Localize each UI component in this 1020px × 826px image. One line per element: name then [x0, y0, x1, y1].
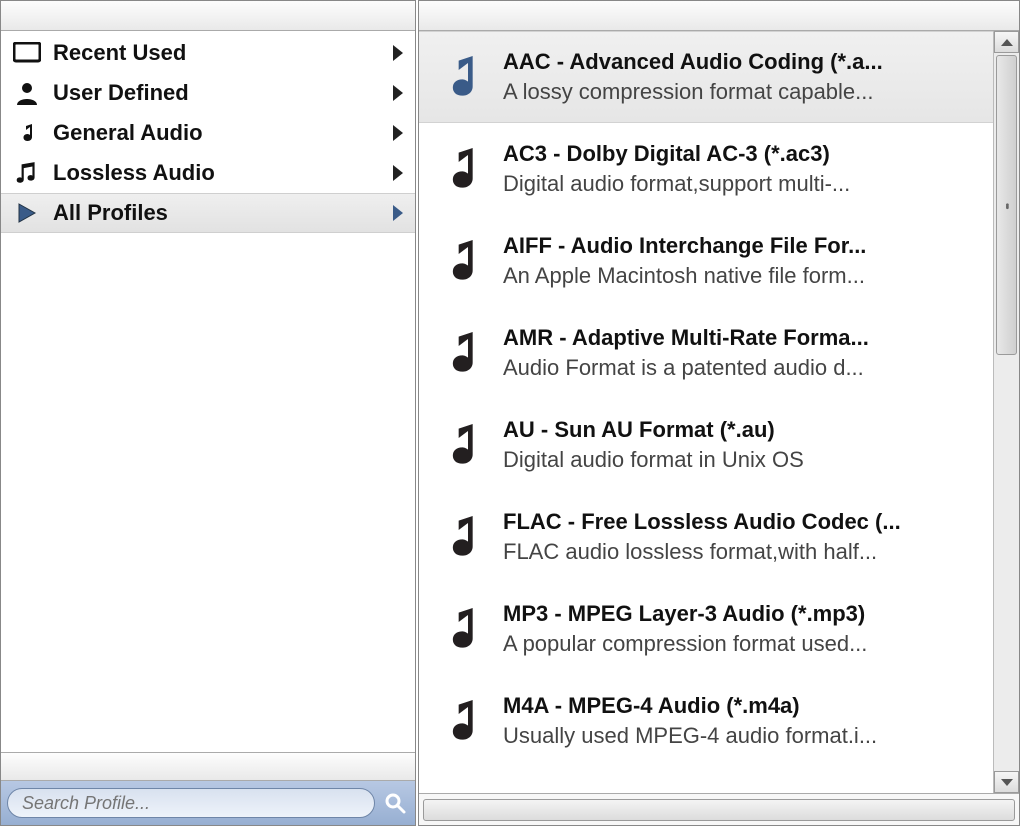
- category-label: Recent Used: [53, 40, 393, 66]
- profile-text: AU - Sun AU Format (*.au) Digital audio …: [493, 417, 987, 473]
- sidebar-footer: [1, 752, 415, 825]
- profile-row[interactable]: AMR - Adaptive Multi-Rate Forma... Audio…: [419, 307, 993, 399]
- profile-row[interactable]: MP3 - MPEG Layer-3 Audio (*.mp3) A popul…: [419, 583, 993, 675]
- chevron-right-icon: [393, 205, 403, 221]
- profile-desc: Digital audio format in Unix OS: [503, 447, 987, 473]
- profile-title: MP3 - MPEG Layer-3 Audio (*.mp3): [503, 601, 987, 627]
- profile-text: AMR - Adaptive Multi-Rate Forma... Audio…: [493, 325, 987, 381]
- chevron-right-icon: [393, 45, 403, 61]
- category-list: Recent Used User Defined General Audio L…: [1, 31, 415, 752]
- play-icon: [11, 199, 43, 227]
- category-user-defined[interactable]: User Defined: [1, 73, 415, 113]
- music-note-icon: [429, 45, 493, 109]
- profile-footer: [419, 793, 1019, 825]
- profile-desc: An Apple Macintosh native file form...: [503, 263, 987, 289]
- profile-row[interactable]: AU - Sun AU Format (*.au) Digital audio …: [419, 399, 993, 491]
- profile-title: AAC - Advanced Audio Coding (*.a...: [503, 49, 987, 75]
- category-label: General Audio: [53, 120, 393, 146]
- profile-desc: A lossy compression format capable...: [503, 79, 987, 105]
- profile-title: AU - Sun AU Format (*.au): [503, 417, 987, 443]
- category-lossless-audio[interactable]: Lossless Audio: [1, 153, 415, 193]
- profile-desc: Usually used MPEG-4 audio format.i...: [503, 723, 987, 749]
- vertical-scrollbar[interactable]: •••: [993, 31, 1019, 793]
- category-label: All Profiles: [53, 200, 393, 226]
- profile-row[interactable]: AC3 - Dolby Digital AC-3 (*.ac3) Digital…: [419, 123, 993, 215]
- profile-text: AIFF - Audio Interchange File For... An …: [493, 233, 987, 289]
- profile-row[interactable]: AAC - Advanced Audio Coding (*.a... A lo…: [419, 31, 993, 123]
- double-note-icon: [11, 159, 43, 187]
- sidebar: Recent Used User Defined General Audio L…: [0, 0, 416, 826]
- profile-text: AAC - Advanced Audio Coding (*.a... A lo…: [493, 49, 987, 105]
- profile-desc: Digital audio format,support multi-...: [503, 171, 987, 197]
- profile-row[interactable]: FLAC - Free Lossless Audio Codec (... FL…: [419, 491, 993, 583]
- music-note-icon: [429, 321, 493, 385]
- chevron-right-icon: [393, 165, 403, 181]
- chevron-right-icon: [393, 125, 403, 141]
- search-icon[interactable]: [381, 789, 409, 817]
- profile-desc: A popular compression format used...: [503, 631, 987, 657]
- sidebar-header: [1, 1, 415, 31]
- profile-scroll: AAC - Advanced Audio Coding (*.a... A lo…: [419, 31, 1019, 793]
- profile-desc: Audio Format is a patented audio d...: [503, 355, 987, 381]
- profile-header: [419, 1, 1019, 31]
- profile-title: M4A - MPEG-4 Audio (*.m4a): [503, 693, 987, 719]
- horizontal-scrollbar[interactable]: [423, 799, 1015, 821]
- profile-title: FLAC - Free Lossless Audio Codec (...: [503, 509, 987, 535]
- person-icon: [11, 79, 43, 107]
- profile-row[interactable]: AIFF - Audio Interchange File For... An …: [419, 215, 993, 307]
- scroll-down-button[interactable]: [994, 771, 1019, 793]
- profile-text: FLAC - Free Lossless Audio Codec (... FL…: [493, 509, 987, 565]
- profile-text: MP3 - MPEG Layer-3 Audio (*.mp3) A popul…: [493, 601, 987, 657]
- music-note-icon: [429, 689, 493, 753]
- category-label: User Defined: [53, 80, 393, 106]
- music-note-icon: [429, 137, 493, 201]
- category-all-profiles[interactable]: All Profiles: [1, 193, 415, 233]
- category-recent-used[interactable]: Recent Used: [1, 33, 415, 73]
- search-input[interactable]: [7, 788, 375, 818]
- music-note-icon: [429, 597, 493, 661]
- profile-text: AC3 - Dolby Digital AC-3 (*.ac3) Digital…: [493, 141, 987, 197]
- chevron-right-icon: [393, 85, 403, 101]
- profile-title: AC3 - Dolby Digital AC-3 (*.ac3): [503, 141, 987, 167]
- category-label: Lossless Audio: [53, 160, 393, 186]
- scroll-track[interactable]: •••: [994, 53, 1019, 771]
- profile-desc: FLAC audio lossless format,with half...: [503, 539, 987, 565]
- profile-title: AIFF - Audio Interchange File For...: [503, 233, 987, 259]
- music-note-icon: [429, 229, 493, 293]
- profile-row[interactable]: M4A - MPEG-4 Audio (*.m4a) Usually used …: [419, 675, 993, 767]
- music-note-icon: [11, 119, 43, 147]
- profile-title: AMR - Adaptive Multi-Rate Forma...: [503, 325, 987, 351]
- category-general-audio[interactable]: General Audio: [1, 113, 415, 153]
- profile-list: AAC - Advanced Audio Coding (*.a... A lo…: [419, 31, 993, 767]
- search-bar: [1, 781, 415, 825]
- sidebar-footer-header: [1, 753, 415, 781]
- monitor-icon: [11, 39, 43, 67]
- scroll-thumb[interactable]: •••: [996, 55, 1017, 355]
- profile-text: M4A - MPEG-4 Audio (*.m4a) Usually used …: [493, 693, 987, 749]
- music-note-icon: [429, 505, 493, 569]
- music-note-icon: [429, 413, 493, 477]
- scroll-up-button[interactable]: [994, 31, 1019, 53]
- profile-panel: AAC - Advanced Audio Coding (*.a... A lo…: [418, 0, 1020, 826]
